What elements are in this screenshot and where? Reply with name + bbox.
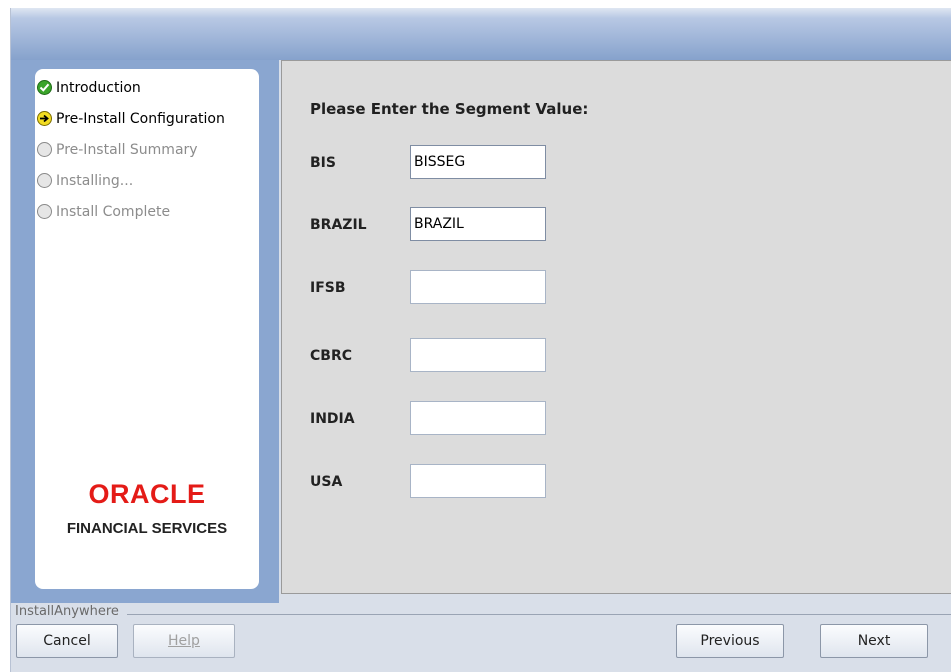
- help-button-label: Help: [168, 633, 200, 649]
- field-label: IFSB: [310, 280, 346, 296]
- step-installing: Installing...: [37, 165, 225, 196]
- sidebar-panel: Introduction Pre-Install Configuration P…: [35, 69, 259, 589]
- step-pre-install-summary: Pre-Install Summary: [37, 134, 225, 165]
- cbrc-input[interactable]: [410, 338, 546, 372]
- circle-icon: [37, 204, 52, 219]
- title-bar: [11, 8, 951, 60]
- cancel-button-label: Cancel: [43, 633, 91, 649]
- field-label: USA: [310, 474, 343, 490]
- step-install-complete: Install Complete: [37, 196, 225, 227]
- oracle-subtitle: FINANCIAL SERVICES: [66, 520, 228, 537]
- circle-icon: [37, 142, 52, 157]
- field-row-bis: BIS: [282, 145, 951, 179]
- step-label: Pre-Install Summary: [56, 141, 198, 158]
- page-title: Please Enter the Segment Value:: [310, 100, 589, 118]
- step-label: Pre-Install Configuration: [56, 110, 225, 127]
- usa-input[interactable]: [410, 464, 546, 498]
- previous-button-label: Previous: [700, 633, 760, 649]
- vendor-bar: InstallAnywhere: [11, 603, 951, 625]
- field-label: BIS: [310, 155, 336, 171]
- previous-button[interactable]: Previous: [676, 624, 784, 658]
- step-label: Install Complete: [56, 203, 171, 220]
- arrow-right-icon: [37, 111, 52, 126]
- bis-input[interactable]: [410, 145, 546, 179]
- step-pre-install-configuration: Pre-Install Configuration: [37, 103, 225, 134]
- brazil-input[interactable]: [410, 207, 546, 241]
- field-row-brazil: BRAZIL: [282, 207, 951, 241]
- ifsb-input[interactable]: [410, 270, 546, 304]
- segment-form-panel: Please Enter the Segment Value: BIS BRAZ…: [281, 60, 951, 594]
- installer-window: Introduction Pre-Install Configuration P…: [10, 8, 951, 672]
- step-label: Installing...: [56, 172, 134, 189]
- check-icon: [37, 80, 52, 95]
- field-label: INDIA: [310, 411, 355, 427]
- vendor-label: InstallAnywhere: [15, 604, 127, 619]
- circle-icon: [37, 173, 52, 188]
- help-button[interactable]: Help: [133, 624, 235, 658]
- field-label: BRAZIL: [310, 217, 367, 233]
- oracle-logo: ORACLE: [88, 479, 206, 509]
- step-label: Introduction: [56, 79, 141, 96]
- step-list: Introduction Pre-Install Configuration P…: [37, 72, 225, 227]
- india-input[interactable]: [410, 401, 546, 435]
- next-button-label: Next: [857, 633, 891, 649]
- divider: [15, 614, 951, 615]
- field-row-cbrc: CBRC: [282, 338, 951, 372]
- field-row-india: INDIA: [282, 401, 951, 435]
- field-row-ifsb: IFSB: [282, 270, 951, 304]
- field-row-usa: USA: [282, 464, 951, 498]
- next-button[interactable]: Next: [820, 624, 928, 658]
- step-introduction: Introduction: [37, 72, 225, 103]
- field-label: CBRC: [310, 348, 352, 364]
- cancel-button[interactable]: Cancel: [16, 624, 118, 658]
